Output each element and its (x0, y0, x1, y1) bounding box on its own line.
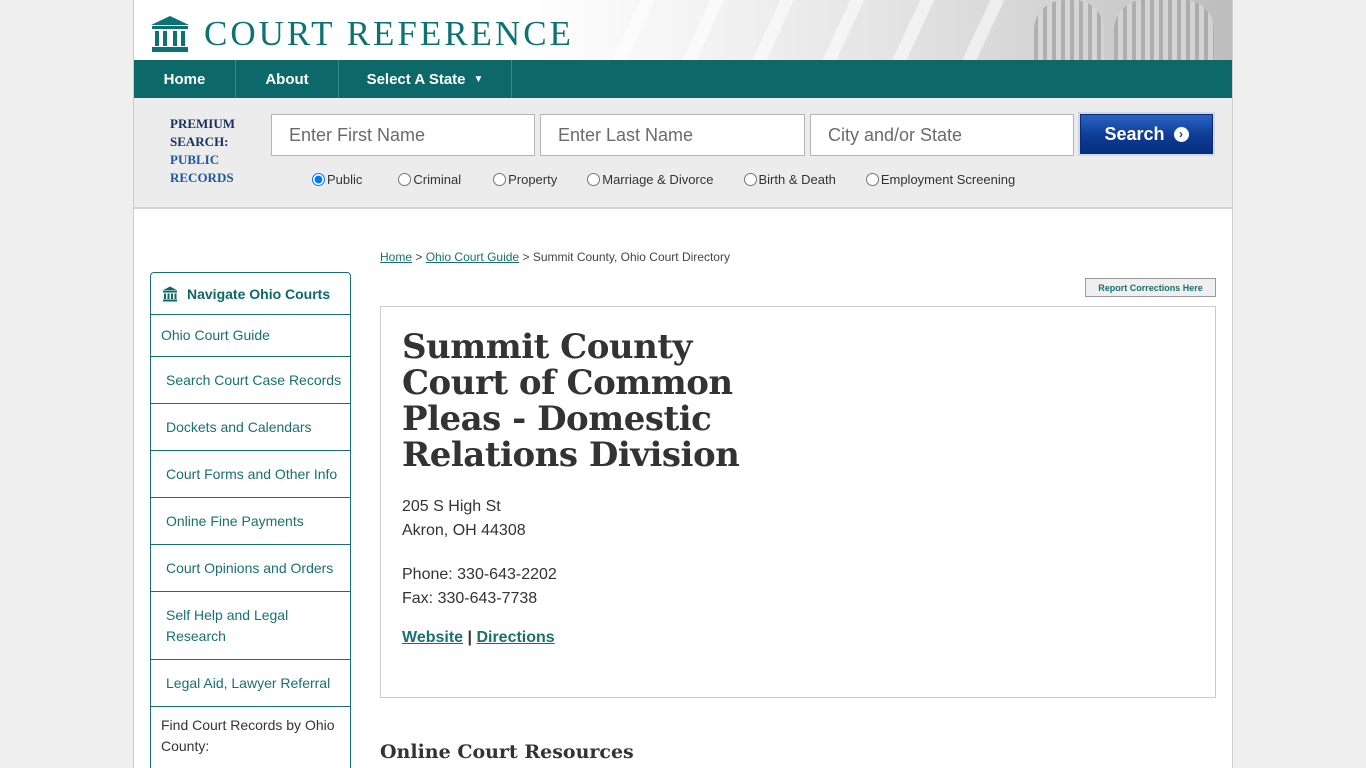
premium-label-line: PREMIUM (170, 116, 235, 131)
nav-about[interactable]: About (236, 60, 339, 98)
breadcrumb: Home > Ohio Court Guide > Summit County,… (380, 250, 730, 264)
site-logo[interactable]: COURT REFERENCE (150, 14, 574, 54)
sidebar-item-online-fine-payments[interactable]: Online Fine Payments (151, 498, 350, 545)
radio-employment-screening[interactable]: Employment Screening (865, 172, 1016, 187)
last-name-input[interactable] (540, 114, 805, 156)
sidebar-item-dockets-calendars[interactable]: Dockets and Calendars (151, 404, 350, 451)
radio-property[interactable]: Property (493, 172, 557, 187)
court-info-card: Summit County Court of Common Pleas - Do… (380, 306, 1216, 698)
sidebar-item-ohio-court-guide[interactable]: Ohio Court Guide (151, 315, 350, 357)
radio-birth-death-input[interactable] (743, 173, 757, 186)
radio-public[interactable]: Public (312, 172, 362, 187)
page-container: COURT REFERENCE Home About Select A Stat… (133, 0, 1233, 768)
court-contact: Phone: 330-643-2202 Fax: 330-643-7738 (402, 563, 557, 611)
breadcrumb-guide-link[interactable]: Ohio Court Guide (426, 250, 519, 264)
site-header: COURT REFERENCE (134, 0, 1232, 60)
radio-property-input[interactable] (493, 173, 507, 186)
radio-label: Criminal (413, 172, 462, 187)
breadcrumb-current: Summit County, Ohio Court Directory (532, 250, 730, 264)
sidebar-item-legal-aid[interactable]: Legal Aid, Lawyer Referral (151, 660, 350, 707)
sidebar-county-heading: Find Court Records by Ohio County: (161, 717, 335, 754)
address-street: 205 S High St (402, 498, 501, 515)
premium-label-line: SEARCH: (170, 134, 229, 149)
radio-label: Employment Screening (880, 172, 1016, 187)
radio-marriage-divorce-input[interactable] (587, 173, 601, 186)
radio-criminal-input[interactable] (398, 173, 412, 186)
court-fax: Fax: 330-643-7738 (402, 590, 538, 607)
radio-public-input[interactable] (312, 173, 325, 186)
premium-search-bar: PREMIUM SEARCH: PUBLIC RECORDS Search › … (134, 98, 1232, 209)
sidebar-nav: Navigate Ohio Courts Ohio Court Guide Se… (150, 272, 351, 768)
radio-marriage-divorce[interactable]: Marriage & Divorce (587, 172, 714, 187)
breadcrumb-separator: > (415, 250, 423, 264)
sidebar-item-court-opinions[interactable]: Court Opinions and Orders (151, 545, 350, 592)
first-name-input[interactable] (271, 114, 535, 156)
chevron-right-icon: › (1173, 126, 1189, 142)
court-address: 205 S High St Akron, OH 44308 (402, 495, 526, 543)
brand-name: COURT REFERENCE (204, 14, 574, 53)
city-state-input[interactable] (810, 114, 1074, 156)
radio-employment-screening-input[interactable] (865, 173, 879, 186)
sidebar-item-search-court-case-records[interactable]: Search Court Case Records (151, 357, 350, 404)
premium-label-line: PUBLIC (170, 152, 220, 167)
court-links: Website | Directions (402, 629, 555, 647)
sidebar-title-label: Navigate Ohio Courts (187, 285, 331, 302)
website-link[interactable]: Website (402, 629, 463, 646)
sidebar-item-self-help[interactable]: Self Help and Legal Research (151, 592, 350, 660)
radio-label: Public (327, 172, 363, 187)
courthouse-icon (151, 16, 189, 52)
breadcrumb-separator: > (522, 250, 530, 264)
address-city: Akron, OH 44308 (402, 522, 526, 539)
caret-down-icon: ▼ (473, 73, 484, 85)
search-type-options: Public Criminal Property Marriage & Divo… (312, 172, 1015, 187)
court-phone: Phone: 330-643-2202 (402, 566, 557, 583)
nav-select-state[interactable]: Select A State ▼ (339, 60, 512, 98)
premium-search-label: PREMIUM SEARCH: PUBLIC RECORDS (170, 115, 250, 187)
report-corrections-button[interactable]: Report Corrections Here (1085, 278, 1216, 297)
section-heading-online-resources: Online Court Resources (380, 741, 634, 763)
directions-link[interactable]: Directions (476, 629, 554, 646)
main-nav: Home About Select A State ▼ (134, 60, 1232, 98)
radio-birth-death[interactable]: Birth & Death (743, 172, 836, 187)
premium-label-line: RECORDS (170, 170, 234, 185)
courthouse-icon (162, 286, 178, 301)
sidebar-item-court-forms[interactable]: Court Forms and Other Info (151, 451, 350, 498)
search-button[interactable]: Search › (1080, 114, 1213, 154)
nav-select-state-label: Select A State (366, 70, 466, 88)
radio-label: Property (508, 172, 558, 187)
breadcrumb-home-link[interactable]: Home (380, 250, 412, 264)
link-separator: | (467, 629, 472, 646)
court-title: Summit County Court of Common Pleas - Do… (402, 327, 740, 475)
radio-label: Marriage & Divorce (602, 172, 714, 187)
radio-label: Birth & Death (758, 172, 836, 187)
search-button-label: Search (1104, 123, 1165, 144)
nav-home[interactable]: Home (134, 60, 236, 98)
sidebar-title: Navigate Ohio Courts (151, 273, 350, 315)
radio-criminal[interactable]: Criminal (398, 172, 461, 187)
header-columns-art (514, 0, 1232, 60)
